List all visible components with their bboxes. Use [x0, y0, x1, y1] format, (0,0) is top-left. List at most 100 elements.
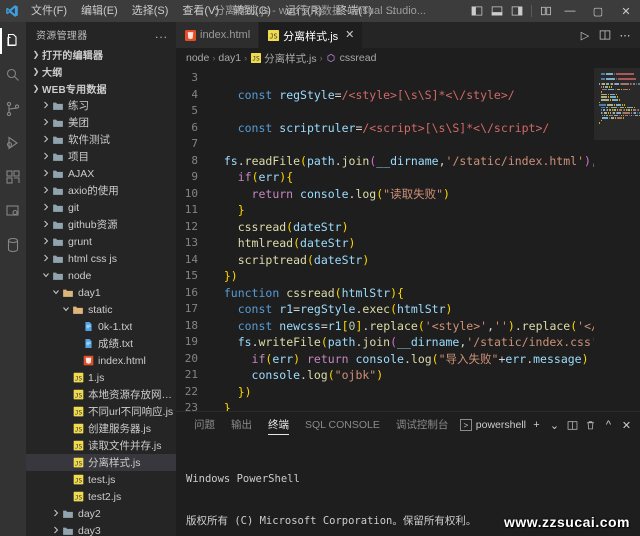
- source-control-icon[interactable]: [0, 92, 26, 126]
- search-icon[interactable]: [0, 58, 26, 92]
- menu-go[interactable]: 转到(G): [226, 0, 278, 22]
- tree-section-label: WEB专用数据: [42, 85, 107, 96]
- new-terminal-button[interactable]: +: [529, 416, 544, 434]
- close-icon[interactable]: ✕: [345, 30, 354, 41]
- maximize-button[interactable]: ▢: [584, 0, 612, 22]
- tab-output[interactable]: 输出: [223, 412, 260, 438]
- tree-item[interactable]: 软件测试: [26, 131, 176, 148]
- tab-terminal[interactable]: 终端: [260, 412, 297, 438]
- tree-item[interactable]: static: [26, 301, 176, 318]
- tree-section-open-editors[interactable]: ❯ 打开的编辑器: [26, 46, 176, 63]
- tree-item[interactable]: AJAX: [26, 165, 176, 182]
- chevron-down-icon: [40, 271, 52, 281]
- tab-debug-console[interactable]: 调试控制台: [388, 412, 457, 438]
- file-tree[interactable]: ❯ 打开的编辑器 ❯ 大纲 ❯ WEB专用数据 练习 美团 软件测试 项目 AJAX ax…: [26, 46, 176, 536]
- tree-item[interactable]: 美团: [26, 114, 176, 131]
- split-terminal-button[interactable]: [565, 416, 580, 434]
- toggle-primary-sidebar-icon[interactable]: [467, 0, 487, 22]
- tab-sql-console[interactable]: SQL CONSOLE: [297, 412, 388, 438]
- chevron-right-icon: [40, 237, 52, 247]
- chevron-right-icon: [50, 526, 62, 536]
- close-panel-button[interactable]: ✕: [619, 416, 634, 434]
- menu-file[interactable]: 文件(F): [24, 0, 74, 22]
- tree-item-label: grunt: [68, 235, 92, 248]
- minimap[interactable]: [594, 68, 640, 411]
- run-button[interactable]: ▷: [576, 22, 594, 48]
- tree-section-outline[interactable]: ❯ 大纲: [26, 63, 176, 80]
- menu-view[interactable]: 查看(V): [175, 0, 226, 22]
- breadcrumb-item-day1[interactable]: day1: [218, 52, 241, 64]
- breadcrumb: node › day1 › JS 分离样式.js › cssread: [176, 48, 640, 68]
- remote-explorer-icon[interactable]: [0, 194, 26, 228]
- tree-item[interactable]: JS test.js: [26, 471, 176, 488]
- tree-item-label: axio的使用: [68, 185, 119, 197]
- terminal-icon: >: [459, 419, 472, 431]
- code-lines[interactable]: 3 4 const regStyle=/<style>[\s\S]*<\/styl…: [176, 68, 594, 411]
- tree-item[interactable]: grunt: [26, 233, 176, 250]
- tree-item[interactable]: JS 读取文件并存.js: [26, 437, 176, 454]
- folder-icon: [62, 508, 75, 520]
- kill-terminal-button[interactable]: [583, 416, 598, 434]
- sidebar-more-actions-icon[interactable]: ...: [155, 27, 172, 41]
- toggle-panel-icon[interactable]: [487, 0, 507, 22]
- menu-selection[interactable]: 选择(S): [125, 0, 176, 22]
- code-line: 11 }: [176, 202, 594, 219]
- tree-item[interactable]: JS 1.js: [26, 369, 176, 386]
- chevron-right-icon: ❯: [32, 67, 40, 76]
- tab-label: 分离样式.js: [283, 30, 339, 43]
- explorer-icon[interactable]: [0, 24, 26, 58]
- chevron-right-icon: [40, 186, 52, 196]
- code-line: 22 }): [176, 384, 594, 401]
- menu-terminal[interactable]: 终端(T): [329, 0, 379, 22]
- tree-item[interactable]: axio的使用: [26, 182, 176, 199]
- code-line: 6 const scriptruler=/<script>[\s\S]*<\/s…: [176, 120, 594, 137]
- tree-item[interactable]: JS 分离样式.js: [26, 454, 176, 471]
- extensions-icon[interactable]: [0, 160, 26, 194]
- code-editor[interactable]: 3 4 const regStyle=/<style>[\s\S]*<\/styl…: [176, 68, 640, 411]
- tree-item[interactable]: 0k-1.txt: [26, 318, 176, 335]
- tree-item[interactable]: day1: [26, 284, 176, 301]
- breadcrumb-item-symbol[interactable]: cssread: [340, 52, 377, 64]
- tree-item[interactable]: JS 创建服务器.js: [26, 420, 176, 437]
- more-actions-button[interactable]: ⋯: [616, 22, 634, 48]
- folder-icon: [52, 219, 65, 231]
- tab-fenli-yangshi-js[interactable]: JS 分离样式.js ✕: [259, 22, 364, 48]
- tree-item[interactable]: JS test2.js: [26, 488, 176, 505]
- tree-item-label: test.js: [88, 473, 116, 486]
- breadcrumb-item-node[interactable]: node: [186, 52, 209, 64]
- database-icon[interactable]: [0, 228, 26, 262]
- breadcrumb-item-file[interactable]: 分离样式.js: [264, 51, 317, 66]
- run-debug-icon[interactable]: [0, 126, 26, 160]
- tree-item[interactable]: index.html: [26, 352, 176, 369]
- tree-item[interactable]: 成绩.txt: [26, 335, 176, 352]
- watermark: www.zzsucai.com: [503, 514, 630, 530]
- collapse-panel-button[interactable]: ^: [601, 416, 616, 434]
- menu-run[interactable]: 运行(R): [278, 0, 329, 22]
- menu-edit[interactable]: 编辑(E): [74, 0, 125, 22]
- tree-item[interactable]: github资源: [26, 216, 176, 233]
- folder-icon: [52, 185, 65, 197]
- tree-item[interactable]: html css js: [26, 250, 176, 267]
- tab-index-html[interactable]: index.html: [176, 22, 260, 48]
- customize-layout-icon[interactable]: [536, 0, 556, 22]
- tree-item[interactable]: 练习: [26, 97, 176, 114]
- tree-item[interactable]: day3: [26, 522, 176, 536]
- tree-item[interactable]: 项目: [26, 148, 176, 165]
- tree-item[interactable]: node: [26, 267, 176, 284]
- tree-section-workspace[interactable]: ❯ WEB专用数据: [26, 80, 176, 97]
- tab-problems[interactable]: 问题: [186, 412, 223, 438]
- tree-item[interactable]: day2: [26, 505, 176, 522]
- split-editor-button[interactable]: [596, 22, 614, 48]
- toggle-secondary-sidebar-icon[interactable]: [507, 0, 527, 22]
- tree-item[interactable]: JS 本地资源存放网上.js: [26, 386, 176, 403]
- tree-item[interactable]: git: [26, 199, 176, 216]
- tree-item[interactable]: JS 不同url不同响应.js: [26, 403, 176, 420]
- terminal-shell-selector[interactable]: > powershell: [459, 419, 526, 431]
- code-text: console.log("ojbk"): [251, 368, 384, 382]
- js-file-icon: JS: [72, 372, 85, 383]
- minimize-button[interactable]: —: [556, 0, 584, 22]
- menu-more[interactable]: ...: [379, 0, 402, 22]
- terminal-dropdown-button[interactable]: ⌄: [547, 416, 562, 434]
- close-button[interactable]: ✕: [612, 0, 640, 22]
